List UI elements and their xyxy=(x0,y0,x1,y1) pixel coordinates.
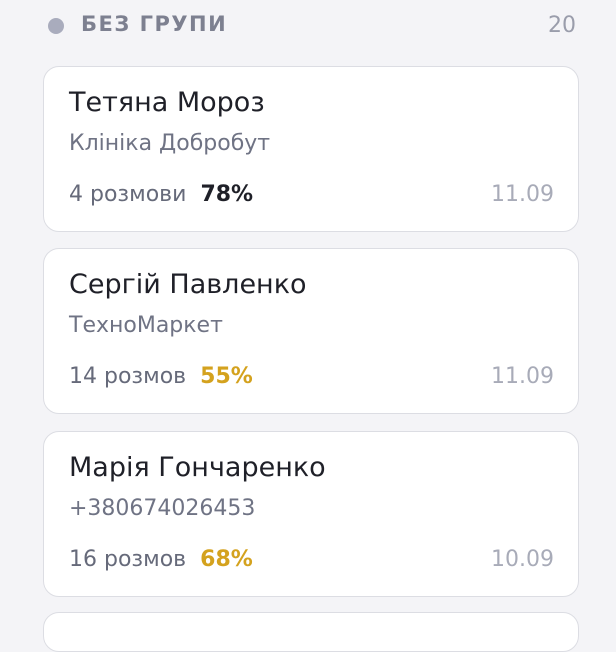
contact-card[interactable]: Марія Гончаренко +380674026453 16 розмов… xyxy=(43,431,579,597)
contact-card[interactable]: Тетяна Мороз Клініка Добробут 4 розмови 7… xyxy=(43,66,579,232)
contact-phone: +380674026453 xyxy=(69,496,256,521)
contact-card[interactable]: Сергій Павленко ТехноМаркет 14 розмов 55%… xyxy=(43,248,579,414)
contact-name: Марія Гончаренко xyxy=(69,452,326,483)
group-title: БЕЗ ГРУПИ xyxy=(81,12,228,36)
contact-company: Клініка Добробут xyxy=(69,131,271,156)
contact-stats: 4 розмови 78% xyxy=(69,182,253,207)
contact-name: Сергій Павленко xyxy=(69,269,307,300)
group-header[interactable]: БЕЗ ГРУПИ 20 xyxy=(0,0,616,54)
contact-stats: 14 розмов 55% xyxy=(69,364,253,389)
group-count: 20 xyxy=(548,13,576,38)
contact-date: 11.09 xyxy=(491,364,554,389)
score-percent: 68% xyxy=(200,547,253,572)
conversation-count: 16 розмов xyxy=(69,547,187,572)
group-status-dot xyxy=(48,18,64,34)
contact-date: 11.09 xyxy=(491,182,554,207)
contact-card-partial[interactable] xyxy=(43,612,579,652)
contact-date: 10.09 xyxy=(491,547,554,572)
conversation-count: 4 розмови xyxy=(69,182,187,207)
score-percent: 78% xyxy=(200,182,254,207)
contact-name: Тетяна Мороз xyxy=(69,87,265,118)
contact-company: ТехноМаркет xyxy=(69,313,223,338)
conversation-count: 14 розмов xyxy=(69,364,187,389)
score-percent: 55% xyxy=(200,364,253,389)
contact-stats: 16 розмов 68% xyxy=(69,547,253,572)
